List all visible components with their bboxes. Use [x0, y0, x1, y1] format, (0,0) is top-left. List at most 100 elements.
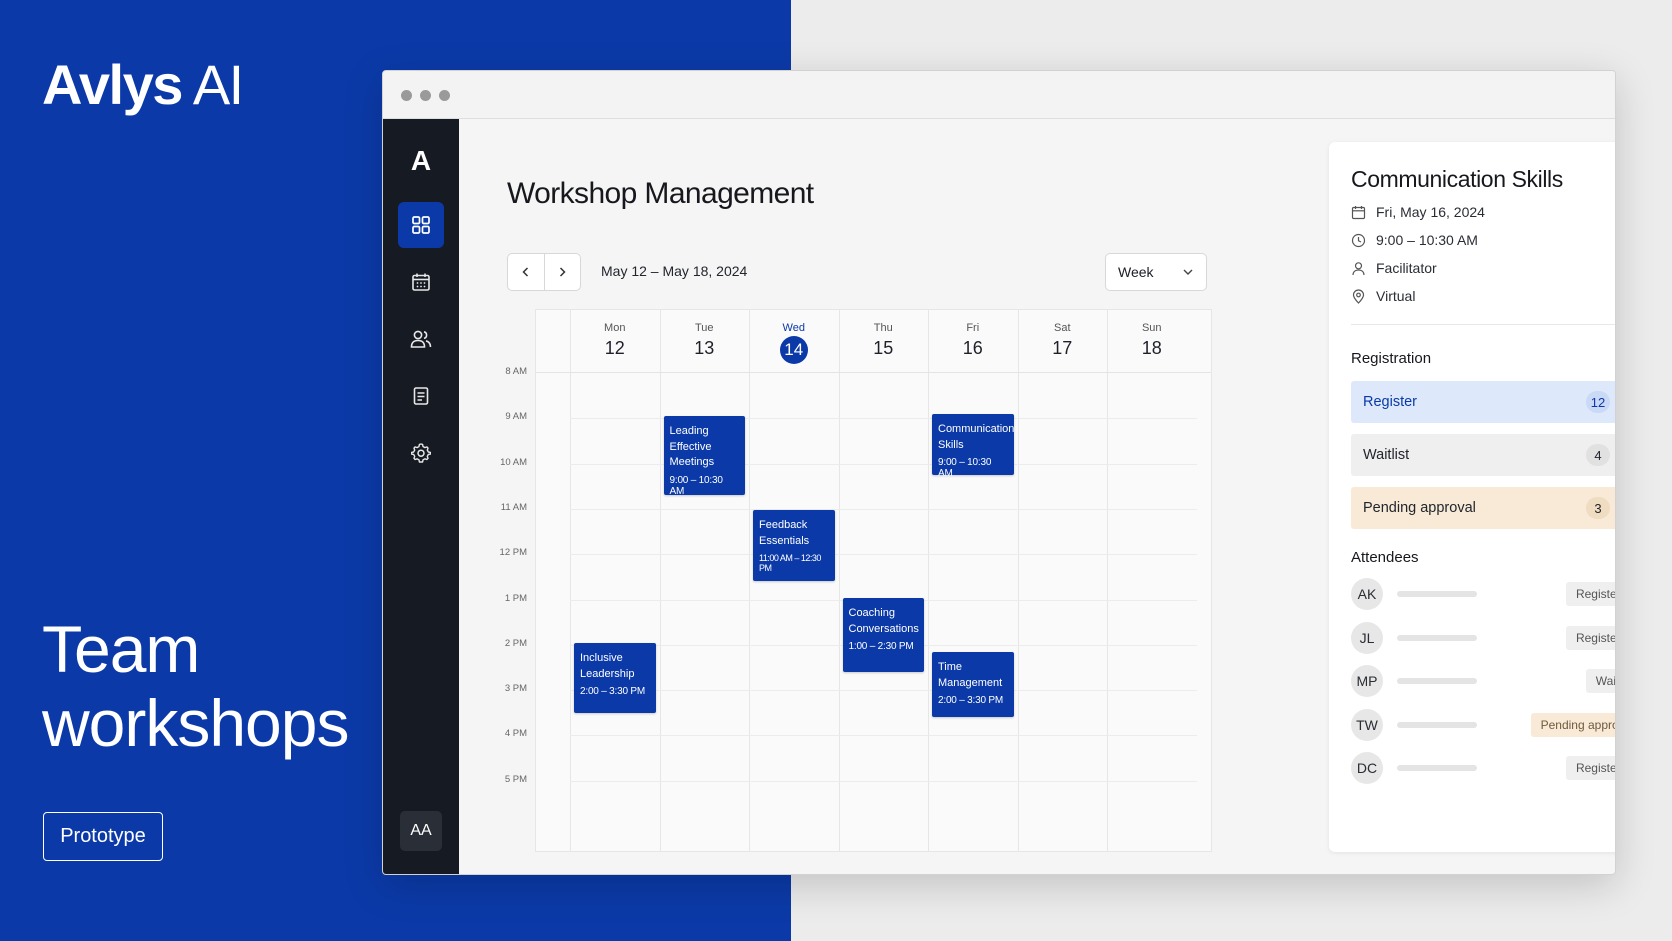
registration-count-badge: 4: [1586, 444, 1610, 466]
day-header-sat[interactable]: Sat 17: [1018, 310, 1108, 373]
attendee-row[interactable]: JL Registered: [1351, 621, 1615, 655]
event-title-line: Leading: [669, 425, 709, 437]
event-coaching-conversations[interactable]: Coaching Conversations 1:00 – 2:30 PM: [842, 598, 924, 672]
page-title: Workshop Management: [507, 177, 814, 210]
day-header-mon[interactable]: Mon 12: [570, 310, 660, 373]
hero-line-1: Team: [42, 612, 200, 686]
next-week-button[interactable]: [543, 254, 581, 290]
nav-documents[interactable]: [398, 373, 444, 419]
detail-role-row: Facilitator: [1351, 260, 1437, 276]
user-avatar[interactable]: AA: [400, 811, 442, 851]
time-label: 9 AM: [505, 411, 527, 423]
day-number-wrap: 16: [928, 338, 1018, 359]
event-title-line: Effective: [669, 440, 712, 453]
event-title: Time Management: [938, 660, 1008, 691]
day-number: 12: [604, 338, 625, 358]
day-header-thu[interactable]: Thu 15: [839, 310, 929, 373]
view-select[interactable]: Week: [1105, 253, 1207, 291]
event-time-management[interactable]: Time Management 2:00 – 3:30 PM: [932, 652, 1014, 717]
day-number: 13: [694, 338, 715, 358]
event-title-line: Meetings: [669, 456, 715, 468]
day-column-divider: [838, 310, 840, 851]
attendee-status-badge: Registered: [1565, 756, 1615, 781]
day-column-divider: [1107, 310, 1108, 851]
chevron-down-icon: [1183, 269, 1193, 275]
day-number-wrap: 13: [660, 338, 750, 359]
app-window: A AA Workshop Management May 12 – May 18…: [382, 70, 1616, 875]
brand-logo: Avlys AI: [42, 52, 244, 117]
event-communication-skills[interactable]: Communication Skills 9:00 – 10:30 AM: [932, 414, 1015, 479]
event-title-line: Conversations: [848, 622, 919, 635]
detail-location: Virtual: [1376, 288, 1416, 304]
dashboard-grid-icon: [412, 216, 430, 234]
attendee-avatar: MP: [1351, 665, 1383, 698]
hour-gridline: [570, 508, 1197, 510]
day-name: Sat: [1053, 322, 1071, 334]
event-title: Inclusive Leadership: [580, 651, 650, 682]
registration-row-pending-approval[interactable]: Pending approval 3: [1351, 487, 1615, 529]
day-header-fri[interactable]: Fri 16: [928, 310, 1018, 373]
window-dot-close[interactable]: [401, 90, 412, 101]
hour-gridline: [570, 554, 1197, 556]
window-dot-minimize[interactable]: [420, 90, 431, 101]
calendar-icon: [412, 273, 430, 291]
event-time: 2:00 – 3:30 PM: [938, 695, 1004, 706]
day-name: Mon: [604, 322, 626, 334]
workshop-detail-panel: Communication Skills Fri, May 16, 2024 9…: [1329, 142, 1615, 852]
day-name: Tue: [694, 322, 714, 334]
day-column-divider: [570, 310, 571, 851]
registration-count-badge: 3: [1586, 497, 1610, 519]
time-label: 4 PM: [504, 728, 527, 740]
nav-settings[interactable]: [398, 430, 444, 476]
day-header-wed[interactable]: Wed 14: [749, 310, 839, 373]
day-number: 16: [962, 338, 983, 358]
hero-line-2: workshops: [42, 686, 349, 760]
window-dot-maximize[interactable]: [439, 90, 450, 101]
attendee-row[interactable]: AK Registered: [1351, 577, 1615, 611]
attendee-name-placeholder: [1397, 765, 1477, 772]
event-title-line: Communication: [938, 423, 1015, 435]
side-rail: A AA: [383, 119, 459, 874]
day-header-tue[interactable]: Tue 13: [660, 310, 750, 373]
registration-row-register[interactable]: Register 12: [1351, 381, 1615, 423]
event-title-line: Time: [938, 661, 963, 673]
event-feedback-essentials[interactable]: Feedback Essentials 11:00 AM – 12:30 PM: [753, 510, 835, 581]
registration-label: Register: [1363, 394, 1417, 410]
time-label: 10 AM: [500, 456, 527, 468]
day-number-wrap: 15: [839, 338, 929, 359]
event-leading-effective-meetings[interactable]: Leading Effective Meetings 9:00 – 10:30 AM: [663, 416, 745, 497]
registration-count-badge: 12: [1586, 391, 1610, 413]
nav-calendar[interactable]: [398, 259, 444, 305]
attendee-row[interactable]: MP Waitlist: [1351, 664, 1615, 698]
nav-dashboard[interactable]: [398, 202, 444, 248]
today-date-badge: 14: [779, 336, 808, 364]
registration-row-waitlist[interactable]: Waitlist 4: [1351, 434, 1615, 476]
detail-title: Communication Skills: [1351, 166, 1563, 192]
view-select-value: Week: [1118, 264, 1154, 280]
event-title-line: Skills: [938, 438, 964, 451]
prev-week-button[interactable]: [508, 254, 544, 290]
attendee-row[interactable]: DC Registered: [1351, 751, 1615, 785]
event-title: Leading Effective Meetings: [670, 424, 740, 471]
hour-gridline: [570, 735, 1197, 737]
divider: [1351, 324, 1615, 325]
date-range-label: May 12 – May 18, 2024: [601, 263, 748, 279]
day-name: Thu: [873, 322, 893, 334]
settings-gear-icon: [411, 443, 431, 463]
time-label: 8 AM: [505, 366, 527, 377]
event-title-line: Inclusive: [580, 652, 623, 664]
time-label: 1 PM: [504, 592, 527, 604]
event-title-line: Essentials: [759, 534, 810, 547]
day-number: 18: [1141, 338, 1162, 358]
day-number: 15: [873, 338, 894, 358]
attendee-row[interactable]: TW Pending approval: [1351, 708, 1615, 742]
event-time: 9:00 – 10:30 AM: [669, 474, 723, 497]
time-label: 11 AM: [500, 501, 527, 513]
event-inclusive-leadership[interactable]: Inclusive Leadership 2:00 – 3:30 PM: [574, 643, 656, 713]
brand-suffix: AI: [192, 53, 244, 116]
time-label: 5 PM: [504, 773, 527, 785]
day-header-sun[interactable]: Sun 18: [1107, 310, 1197, 373]
nav-users[interactable]: [398, 316, 444, 362]
attendee-avatar: DC: [1351, 752, 1383, 785]
event-time: 11:00 AM – 12:30 PM: [759, 553, 821, 573]
